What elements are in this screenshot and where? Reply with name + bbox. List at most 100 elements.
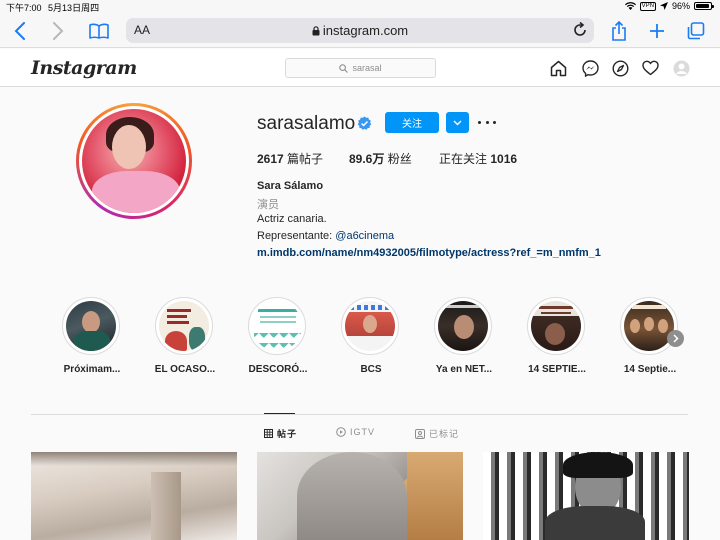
bio-prefix: Representante: <box>257 230 336 242</box>
highlight-cover-ring <box>620 297 678 355</box>
activity-button[interactable] <box>640 58 660 78</box>
profile-bio-line1: Actriz canaria. <box>257 213 327 225</box>
location-icon <box>659 2 668 10</box>
profile-avatar-button[interactable] <box>671 58 691 78</box>
instagram-logo[interactable]: Instagram <box>31 57 137 79</box>
chevron-down-icon <box>453 120 462 125</box>
tabs-button[interactable] <box>684 19 708 43</box>
status-time: 下午7:00 <box>6 3 42 13</box>
highlight-item[interactable]: Ya en NET... <box>434 297 494 375</box>
tabs-divider <box>31 414 688 415</box>
highlight-cover <box>624 301 674 351</box>
igtv-icon <box>336 427 346 437</box>
status-date: 5月13日周四 <box>48 3 100 13</box>
highlight-cover-ring <box>248 297 306 355</box>
highlight-item[interactable]: 14 SEPTIE... <box>527 297 587 375</box>
highlight-item[interactable]: DESCORÓ... <box>248 297 308 375</box>
highlight-label: DESCORÓ... <box>248 364 308 375</box>
active-tab-indicator <box>264 413 295 414</box>
tab-posts-label: 帖子 <box>277 429 298 439</box>
forward-button[interactable] <box>46 19 70 43</box>
followers-count: 89.6万 <box>349 152 385 166</box>
highlight-cover <box>159 301 209 351</box>
post-thumbnail[interactable] <box>31 452 237 540</box>
grid-icon <box>264 429 273 438</box>
search-input[interactable]: sarasal <box>285 58 436 78</box>
compass-icon <box>611 59 629 77</box>
messenger-icon <box>581 59 599 77</box>
status-bar: 下午7:00 5月13日周四 VPN 96% <box>0 0 720 14</box>
profile-website-link[interactable]: m.imdb.com/name/nm4932005/filmotype/actr… <box>257 247 601 259</box>
lock-icon <box>312 26 320 36</box>
tab-tagged-label: 已标记 <box>429 429 460 439</box>
wifi-icon <box>624 2 636 10</box>
tab-posts[interactable]: 帖子 <box>264 427 297 440</box>
address-bar[interactable]: AA instagram.com <box>126 18 594 43</box>
highlight-cover-ring <box>155 297 213 355</box>
highlight-label: 14 Septie... <box>623 364 677 375</box>
reload-button[interactable] <box>572 21 588 44</box>
chevron-right-icon <box>672 334 679 343</box>
profile-username: sarasalamo <box>257 113 356 134</box>
highlight-cover <box>345 301 395 351</box>
highlight-cover <box>66 301 116 351</box>
followers-stat[interactable]: 89.6万 粉丝 <box>349 150 412 167</box>
status-time-date: 下午7:00 5月13日周四 <box>6 1 99 14</box>
url-text: instagram.com <box>322 23 409 38</box>
highlight-cover-ring <box>527 297 585 355</box>
share-icon <box>612 21 626 41</box>
battery-percent: 96% <box>671 1 690 11</box>
profile-photo <box>82 109 186 213</box>
avatar-icon <box>673 60 689 76</box>
bookmarks-button[interactable] <box>87 19 111 43</box>
posts-label: 篇帖子 <box>287 152 324 166</box>
home-button[interactable] <box>548 58 568 78</box>
battery-icon <box>694 2 714 10</box>
post-thumbnail[interactable] <box>483 452 689 540</box>
back-button[interactable] <box>8 19 32 43</box>
profile-full-name: Sara Sálamo <box>257 180 324 192</box>
highlight-cover <box>531 301 581 351</box>
reload-icon <box>574 21 586 36</box>
highlight-label: BCS <box>360 364 382 375</box>
tab-igtv[interactable]: IGTV <box>336 427 375 437</box>
suggested-dropdown-button[interactable] <box>446 112 469 133</box>
url-display[interactable]: instagram.com <box>126 23 594 38</box>
chevron-left-icon <box>14 22 25 40</box>
highlight-item[interactable]: 14 Septie... <box>620 297 680 375</box>
following-count: 1016 <box>490 152 518 166</box>
messenger-button[interactable] <box>580 58 600 78</box>
tab-tagged[interactable]: 已标记 <box>415 427 459 440</box>
tabs-icon <box>687 22 705 40</box>
profile-avatar[interactable] <box>76 103 192 219</box>
follow-button[interactable]: 关注 <box>385 112 439 133</box>
post-thumbnail[interactable] <box>257 452 463 540</box>
plus-icon <box>650 24 664 38</box>
highlight-label: Ya en NET... <box>435 364 493 375</box>
highlight-item[interactable]: Próximam... <box>62 297 122 375</box>
share-button[interactable] <box>607 19 631 43</box>
chevron-right-icon <box>53 22 64 40</box>
profile-category: 演员 <box>257 199 279 211</box>
browser-toolbar: AA instagram.com <box>0 14 720 48</box>
highlight-cover <box>252 301 302 351</box>
bio-mention-link[interactable]: @a6cinema <box>335 230 394 242</box>
new-tab-button[interactable] <box>645 19 669 43</box>
tab-igtv-label: IGTV <box>350 427 376 437</box>
highlights-next-button[interactable] <box>667 330 684 347</box>
more-options-icon[interactable] <box>478 114 496 130</box>
highlight-label: Próximam... <box>63 364 121 375</box>
highlight-item[interactable]: BCS <box>341 297 401 375</box>
highlight-cover-ring <box>62 297 120 355</box>
profile-avatar-inner <box>79 106 189 216</box>
vpn-badge: VPN <box>639 1 656 11</box>
posts-count-stat: 2617 篇帖子 <box>257 150 323 167</box>
highlight-cover-ring <box>341 297 399 355</box>
heart-icon <box>641 60 659 76</box>
highlight-item[interactable]: EL OCASO... <box>155 297 215 375</box>
instagram-navbar: Instagram sarasal <box>0 49 720 87</box>
following-stat[interactable]: 正在关注 1016 <box>439 150 517 167</box>
verified-badge-icon <box>357 116 372 130</box>
tagged-user-icon <box>415 428 425 439</box>
explore-button[interactable] <box>610 58 630 78</box>
